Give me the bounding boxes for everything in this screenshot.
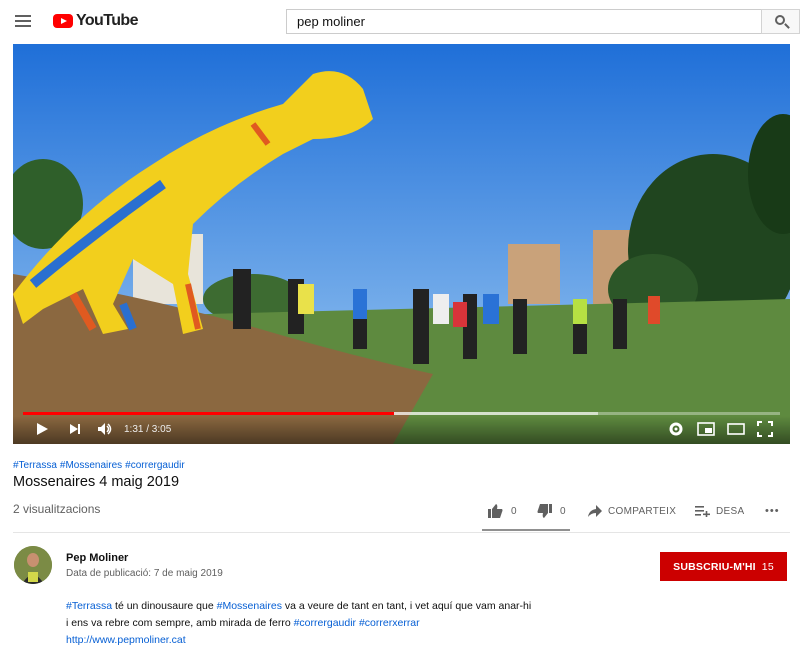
progress-bar[interactable] — [23, 412, 780, 415]
hashtag-link[interactable]: #corrergaudir — [125, 460, 184, 471]
video-title: Mossenaires 4 maig 2019 — [13, 474, 180, 490]
search-button[interactable] — [761, 9, 800, 34]
avatar-image — [14, 546, 52, 584]
hashtags: #Terrassa #Mossenaires #corrergaudir — [13, 460, 188, 471]
hashtag-link[interactable]: #Terrassa — [66, 600, 112, 612]
like-count: 0 — [511, 505, 517, 517]
description-line-3: http://www.pepmoliner.cat — [66, 632, 531, 649]
description-text: té un dinousaure que — [112, 600, 217, 612]
hashtag-link[interactable]: #Mossenaires — [217, 600, 282, 612]
hashtag-link[interactable]: #Terrassa — [13, 460, 57, 471]
volume-icon[interactable] — [96, 421, 114, 437]
dislike-count: 0 — [560, 505, 566, 517]
description-text: va a veure de tant en tant, i vet aquí q… — [281, 600, 532, 612]
subscribe-label: SUBSCRIU-M'HI — [673, 560, 756, 573]
share-icon — [588, 505, 602, 517]
save-button[interactable]: DESA — [695, 502, 744, 520]
thumbs-down-icon — [537, 504, 552, 518]
divider — [13, 532, 790, 533]
fullscreen-icon[interactable] — [757, 421, 773, 437]
publish-date: Data de publicació: 7 de maig 2019 — [66, 568, 223, 579]
subscriber-count: 15 — [761, 560, 774, 573]
description-text: i ens va rebre com sempre, amb mirada de… — [66, 617, 294, 629]
video-player[interactable]: 1:31 / 3:05 — [13, 44, 790, 444]
menu-icon[interactable] — [10, 10, 36, 32]
save-label: DESA — [716, 505, 745, 517]
description-line-1: #Terrassa té un dinousaure que #Mossenai… — [66, 598, 531, 615]
miniplayer-icon[interactable] — [697, 421, 715, 437]
time-display: 1:31 / 3:05 — [124, 424, 172, 435]
search-input[interactable] — [286, 9, 762, 34]
thumbs-up-icon — [488, 504, 503, 518]
played-bar — [23, 412, 394, 415]
player-controls: 1:31 / 3:05 — [13, 416, 790, 444]
play-icon[interactable] — [35, 421, 49, 437]
sentiment-bar — [482, 529, 570, 531]
logo-text: YouTube — [76, 12, 138, 29]
settings-gear-icon[interactable] — [668, 421, 684, 437]
masthead: YouTube — [0, 0, 800, 43]
hashtag-link[interactable]: #corrergaudir — [294, 617, 356, 629]
next-icon[interactable] — [68, 421, 82, 437]
theater-mode-icon[interactable] — [727, 421, 745, 437]
share-label: COMPARTEIX — [608, 505, 677, 517]
video-frame — [13, 44, 790, 444]
play-logo-icon — [53, 14, 73, 28]
website-link[interactable]: http://www.pepmoliner.cat — [66, 634, 186, 646]
more-actions-icon[interactable]: ••• — [765, 502, 780, 520]
youtube-logo[interactable]: YouTube — [53, 11, 138, 31]
share-button[interactable]: COMPARTEIX — [588, 502, 676, 520]
dislike-button[interactable]: 0 — [537, 502, 566, 520]
subscribe-button[interactable]: SUBSCRIU-M'HI 15 — [660, 552, 787, 581]
description-line-2: i ens va rebre com sempre, amb mirada de… — [66, 615, 531, 632]
view-count: 2 visualitzacions — [13, 502, 101, 516]
channel-avatar[interactable] — [14, 546, 52, 584]
like-button[interactable]: 0 — [488, 502, 517, 520]
hashtag-link[interactable]: #Mossenaires — [60, 460, 122, 471]
playlist-add-icon — [695, 506, 710, 517]
hashtag-link[interactable]: #correrxerrar — [359, 617, 420, 629]
channel-name[interactable]: Pep Moliner — [66, 552, 128, 564]
video-description: #Terrassa té un dinousaure que #Mossenai… — [66, 598, 531, 649]
